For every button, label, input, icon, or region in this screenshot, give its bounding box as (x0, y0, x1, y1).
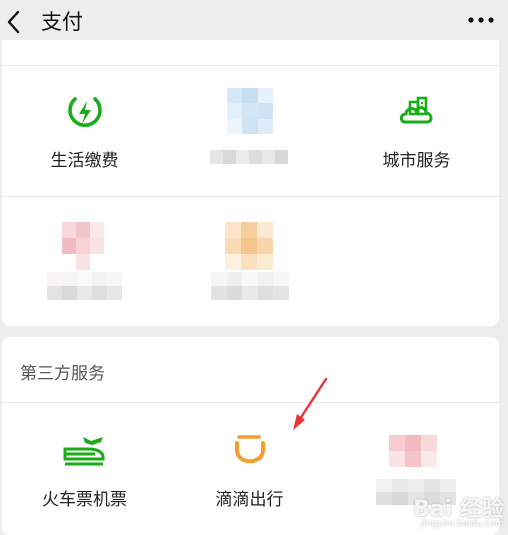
watermark: Bai 经验 jingyan.baidu.com (413, 491, 504, 529)
services-card: 生活缴费 城市服务 (2, 40, 499, 326)
blurred-label (210, 150, 288, 164)
service-item-blurred[interactable] (167, 80, 332, 210)
row-divider (2, 196, 499, 197)
service-item-blurred[interactable] (2, 210, 167, 326)
service-label: 滴滴出行 (215, 490, 284, 510)
blurred-icon (389, 435, 437, 467)
service-item-city[interactable]: 城市服务 (334, 80, 499, 210)
section-divider (2, 402, 499, 403)
lightning-icon (67, 97, 102, 127)
service-label: 城市服务 (382, 151, 451, 171)
service-item-blurred[interactable] (167, 210, 332, 326)
page-title: 支付 (41, 10, 83, 34)
didi-icon (234, 435, 265, 464)
blurred-icon (225, 222, 273, 270)
section-title: 第三方服务 (20, 364, 105, 384)
service-label: 火车票机票 (42, 490, 127, 510)
service-item-didi[interactable]: 滴滴出行 (167, 417, 332, 535)
chevron-left-icon (7, 10, 20, 34)
more-button[interactable] (462, 8, 502, 36)
service-item-train-flight[interactable]: 火车票机票 (2, 417, 167, 535)
service-item-life-payment[interactable]: 生活缴费 (2, 80, 167, 210)
back-button[interactable] (0, 0, 40, 44)
service-label: 生活缴费 (50, 151, 119, 171)
train-icon (63, 437, 104, 466)
blurred-label (211, 272, 289, 300)
more-horizontal-icon (468, 17, 494, 23)
card-top-divider (2, 65, 499, 66)
annotation-arrow (293, 377, 328, 430)
city-icon (399, 96, 432, 124)
blurred-icon (227, 88, 273, 134)
watermark-sub: jingyan.baidu.com (420, 519, 504, 529)
blurred-label (47, 272, 122, 300)
blurred-icon (62, 222, 104, 270)
